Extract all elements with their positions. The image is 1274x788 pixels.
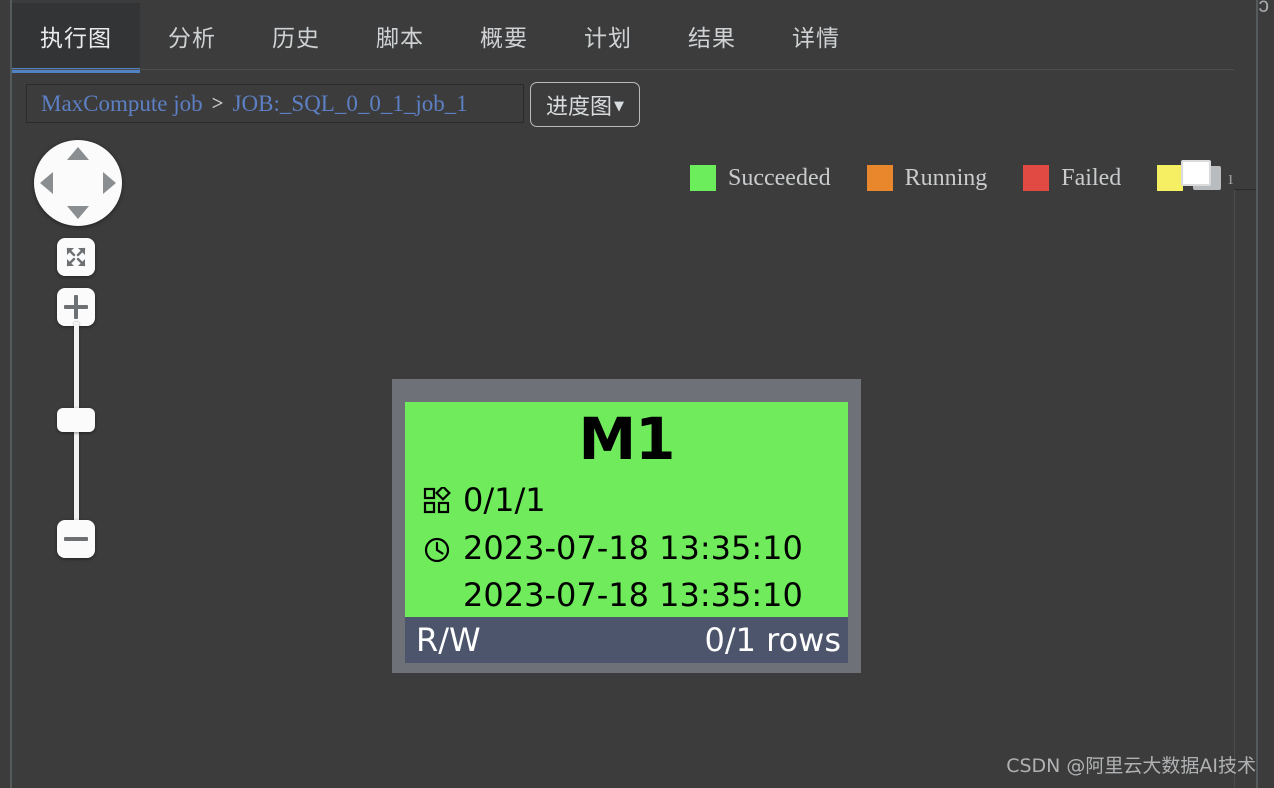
legend-item-succeeded: Succeeded <box>690 165 831 192</box>
tab-bar: 执行图 分析 历史 脚本 概要 计划 结果 详情 <box>12 3 1222 73</box>
tab-execution-graph[interactable]: 执行图 <box>12 3 140 73</box>
node-row-end-time: 2023-07-18 13:35:10 <box>423 575 848 617</box>
expand-arrows-icon <box>66 247 86 267</box>
node-footer: R/W 0/1 rows <box>405 616 848 663</box>
fit-to-screen-button[interactable] <box>57 238 95 276</box>
node-footer-label: R/W <box>416 620 481 659</box>
tab-label: 计划 <box>584 26 632 52</box>
tab-label: 详情 <box>792 26 840 52</box>
tab-summary[interactable]: 概要 <box>452 3 556 69</box>
watermark: CSDN @阿里云大数据AI技术 <box>1006 755 1256 777</box>
pan-left-arrow-icon[interactable] <box>40 172 53 194</box>
tab-label: 分析 <box>168 26 216 52</box>
tab-label: 执行图 <box>40 26 112 52</box>
pan-up-arrow-icon[interactable] <box>67 147 89 160</box>
tab-script[interactable]: 脚本 <box>348 3 452 69</box>
node-row-start-time: 2023-07-18 13:35:10 <box>423 528 848 576</box>
chevron-down-icon: ▼ <box>614 98 624 114</box>
window-front-pane <box>1181 160 1211 186</box>
tab-detail[interactable]: 详情 <box>764 3 868 69</box>
tab-analysis[interactable]: 分析 <box>140 3 244 69</box>
spacer-icon <box>423 575 463 581</box>
node-row-instances: 0/1/1 <box>423 480 848 528</box>
zoom-slider-thumb[interactable] <box>57 408 95 432</box>
legend-label: Succeeded <box>728 164 831 191</box>
zoom-out-button[interactable] <box>57 520 95 558</box>
tab-label: 历史 <box>272 26 320 52</box>
vertical-scrollbar-thumb[interactable] <box>1234 0 1256 190</box>
pan-right-arrow-icon[interactable] <box>103 172 116 194</box>
legend-swatch-succeeded <box>690 165 716 191</box>
node-footer-rows: 0/1 rows <box>704 620 841 659</box>
clock-icon <box>423 528 463 576</box>
start-time-value: 2023-07-18 13:35:10 <box>463 528 803 567</box>
instances-value: 0/1/1 <box>463 481 546 519</box>
legend-swatch-running <box>866 165 893 191</box>
legend-overflow-text: ı <box>1228 168 1234 189</box>
tab-plan[interactable]: 计划 <box>556 3 660 69</box>
graph-node-m1[interactable]: M1 0/1/1 2023-07-18 13:35:10 2023-07-18 … <box>392 379 861 673</box>
node-title: M1 <box>578 405 675 473</box>
pan-control[interactable] <box>34 140 122 226</box>
tab-label: 脚本 <box>376 26 424 52</box>
window-cascade-icon[interactable] <box>1181 160 1221 194</box>
minus-icon <box>64 537 88 541</box>
instances-shapes-icon <box>423 480 463 528</box>
tab-result[interactable]: 结果 <box>660 3 764 69</box>
execution-graph-page: ɔ 执行图 分析 历史 脚本 概要 计划 结果 详情 MaxCompute jo <box>0 0 1274 788</box>
node-stats: 0/1/1 2023-07-18 13:35:10 2023-07-18 13:… <box>405 468 848 617</box>
breadcrumb-separator: > <box>211 91 224 115</box>
legend-item-failed: Failed <box>1023 165 1121 192</box>
zoom-in-button[interactable] <box>57 288 95 326</box>
status-legend: Succeeded Running Failed I <box>690 162 1211 194</box>
plus-icon-vertical <box>74 295 78 319</box>
end-time-value: 2023-07-18 13:35:10 <box>463 576 803 615</box>
tab-label: 结果 <box>688 26 736 52</box>
tab-history[interactable]: 历史 <box>244 3 348 69</box>
breadcrumb-root-link[interactable]: MaxCompute job <box>41 91 203 117</box>
tab-label: 概要 <box>480 26 528 52</box>
legend-swatch-failed <box>1023 165 1050 191</box>
view-mode-dropdown[interactable]: 进度图 ▼ <box>530 82 640 127</box>
view-mode-label: 进度图 <box>545 94 612 120</box>
legend-label: Failed <box>1061 164 1122 191</box>
breadcrumb: MaxCompute job > JOB:_SQL_0_0_1_job_1 <box>26 84 524 123</box>
breadcrumb-current-link[interactable]: JOB:_SQL_0_0_1_job_1 <box>233 91 468 117</box>
node-body: M1 0/1/1 2023-07-18 13:35:10 2023-07-18 … <box>405 402 848 663</box>
graph-toolbar: MaxCompute job > JOB:_SQL_0_0_1_job_1 进度… <box>0 78 1274 191</box>
stray-glyph: ɔ <box>1258 0 1270 17</box>
legend-swatch-truncated <box>1157 165 1184 191</box>
pan-down-arrow-icon[interactable] <box>67 206 89 219</box>
tab-bar-divider <box>12 69 1256 70</box>
legend-item-running: Running <box>866 164 988 192</box>
legend-label: Running <box>904 164 988 191</box>
